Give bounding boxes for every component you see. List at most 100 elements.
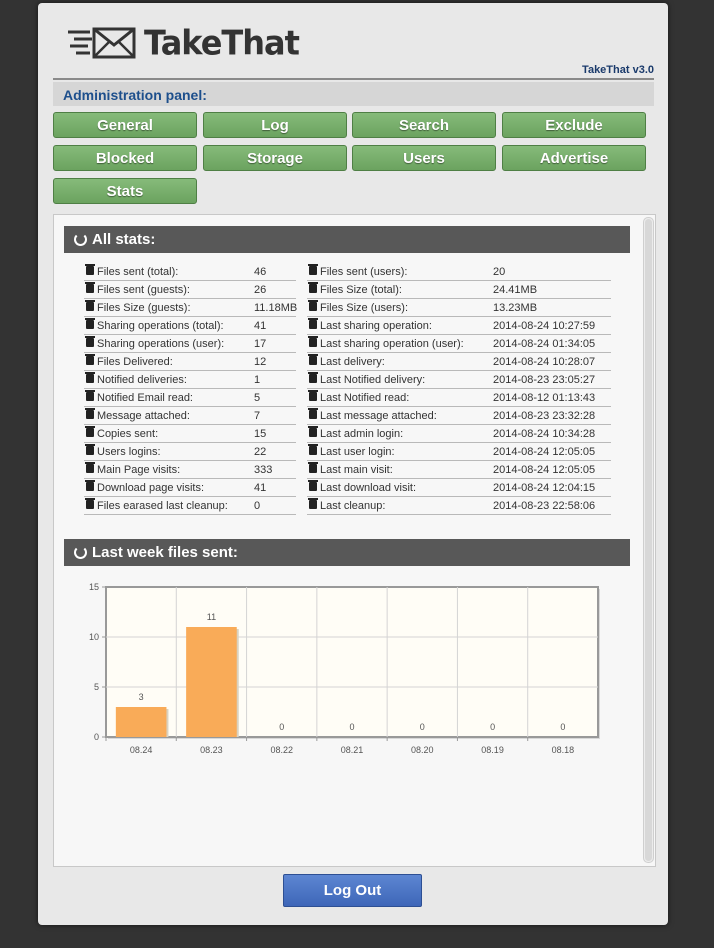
trash-bin-icon (85, 336, 95, 347)
y-tick-label: 15 (89, 582, 99, 592)
stat-value: 2014-08-24 10:27:59 (493, 320, 596, 332)
stat-value: 26 (254, 284, 267, 296)
trash-bin-icon (85, 282, 95, 293)
trash-bin-icon (308, 282, 318, 293)
stat-label: Last admin login: (320, 428, 404, 440)
x-tick-label: 08.18 (552, 745, 575, 755)
stat-label: Users logins: (97, 446, 161, 458)
nav-users-button[interactable]: Users (352, 145, 496, 171)
stat-label: Last main visit: (320, 464, 393, 476)
stat-label: Files sent (guests): (97, 284, 190, 296)
stat-label: Files sent (total): (97, 266, 179, 278)
stat-label: Last delivery: (320, 356, 385, 368)
trash-bin-icon (308, 480, 318, 491)
nav-advertise-button[interactable]: Advertise (502, 145, 646, 171)
data-label: 0 (490, 722, 495, 732)
trash-bin-icon (85, 264, 95, 275)
stat-value: 7 (254, 410, 261, 422)
stat-value: 2014-08-12 01:13:43 (493, 392, 596, 404)
stat-label: Files earased last cleanup: (97, 500, 228, 512)
week-chart: 0 5 10 15 3 08.24 11 08.23 0 08.22 0 08.21 0 08.20 0 08… (89, 582, 600, 755)
stats-row: Message attached: 7 Last message attached:… (84, 407, 611, 425)
stat-label: Last sharing operation (user): (320, 338, 464, 350)
stat-value: 2014-08-23 23:05:27 (493, 374, 596, 386)
trash-bin-icon (85, 300, 95, 311)
refresh-icon[interactable] (74, 233, 87, 246)
logo: TakeThat (66, 21, 300, 65)
logout-button[interactable]: Log Out (283, 874, 422, 907)
stat-value: 333 (254, 464, 273, 476)
trash-bin-icon (85, 390, 95, 401)
x-tick-label: 08.21 (341, 745, 364, 755)
y-tick-label: 0 (94, 732, 99, 742)
stats-row: Files sent (guests): 26 Files Size (total)… (84, 281, 611, 299)
trash-bin-icon (85, 480, 95, 491)
trash-bin-icon (85, 498, 95, 509)
version-label: TakeThat v3.0 (582, 64, 654, 76)
stat-value: 20 (493, 266, 506, 278)
nav-exclude-button[interactable]: Exclude (502, 112, 646, 138)
stat-label: Download page visits: (97, 482, 205, 494)
trash-bin-icon (308, 444, 318, 455)
trash-bin-icon (308, 462, 318, 473)
data-label: 3 (139, 692, 144, 702)
stat-label: Message attached: (97, 410, 190, 422)
divider (53, 78, 654, 80)
trash-bin-icon (85, 372, 95, 383)
x-tick-label: 08.22 (270, 745, 293, 755)
stats-row: Notified Email read: 5 Last Notified read:… (84, 389, 611, 407)
week-title: Last week files sent: (92, 544, 238, 561)
trash-bin-icon (85, 462, 95, 473)
stats-row: Download page visits: 41 Last download vis… (84, 479, 611, 497)
stats-row: Sharing operations (total): 41 Last sharin… (84, 317, 611, 335)
stat-label: Files Delivered: (97, 356, 173, 368)
stat-label: Copies sent: (97, 428, 159, 440)
stat-value: 2014-08-24 12:05:05 (493, 446, 596, 458)
stats-row: Files earased last cleanup: 0 Last cleanup… (84, 497, 611, 515)
stat-value: 2014-08-23 22:58:06 (493, 500, 596, 512)
stat-value: 5 (254, 392, 261, 404)
stats-row: Sharing operations (user): 17 Last sharing… (84, 335, 611, 353)
stat-label: Sharing operations (user): (97, 338, 225, 350)
stat-value: 12 (254, 356, 267, 368)
stat-label: Notified Email read: (97, 392, 193, 404)
all-stats-title: All stats: (92, 231, 156, 248)
stats-row: Files sent (total): 46 Files sent (users):… (84, 263, 611, 281)
nav-log-button[interactable]: Log (203, 112, 347, 138)
nav-storage-button[interactable]: Storage (203, 145, 347, 171)
stats-row: Files Delivered: 12 Last delivery: 2014-08-… (84, 353, 611, 371)
stats-row: Notified deliveries: 1 Last Notified deliv… (84, 371, 611, 389)
trash-bin-icon (308, 390, 318, 401)
stat-value: 13.23MB (493, 302, 538, 314)
stat-label: Files Size (users): (320, 302, 409, 314)
nav-general-button[interactable]: General (53, 112, 197, 138)
stat-label: Last sharing operation: (320, 320, 432, 332)
scrollbar-thumb[interactable] (645, 219, 652, 861)
nav-stats-button[interactable]: Stats (53, 178, 197, 204)
nav-blocked-button[interactable]: Blocked (53, 145, 197, 171)
stat-value: 24.41MB (493, 284, 538, 296)
row-divider (84, 514, 296, 515)
trash-bin-icon (308, 318, 318, 329)
stat-value: 15 (254, 428, 267, 440)
trash-bin-icon (85, 354, 95, 365)
stat-value: 2014-08-24 01:34:05 (493, 338, 596, 350)
scrollbar[interactable] (643, 217, 654, 863)
stat-value: 22 (254, 446, 267, 458)
stat-label: Notified deliveries: (97, 374, 187, 386)
bar (115, 707, 167, 737)
refresh-icon[interactable] (74, 546, 87, 559)
stat-value: 17 (254, 338, 267, 350)
trash-bin-icon (308, 498, 318, 509)
trash-bin-icon (85, 318, 95, 329)
all-stats-header: All stats: (64, 226, 630, 253)
trash-bin-icon (308, 354, 318, 365)
nav-search-button[interactable]: Search (352, 112, 496, 138)
trash-bin-icon (85, 426, 95, 437)
stat-label: Last Notified delivery: (320, 374, 426, 386)
stat-label: Last download visit: (320, 482, 416, 494)
main-panel: TakeThat TakeThat v3.0 Administration pa… (38, 3, 668, 925)
stat-label: Files Size (guests): (97, 302, 191, 314)
envelope-icon (68, 27, 136, 59)
x-tick-label: 08.20 (411, 745, 434, 755)
